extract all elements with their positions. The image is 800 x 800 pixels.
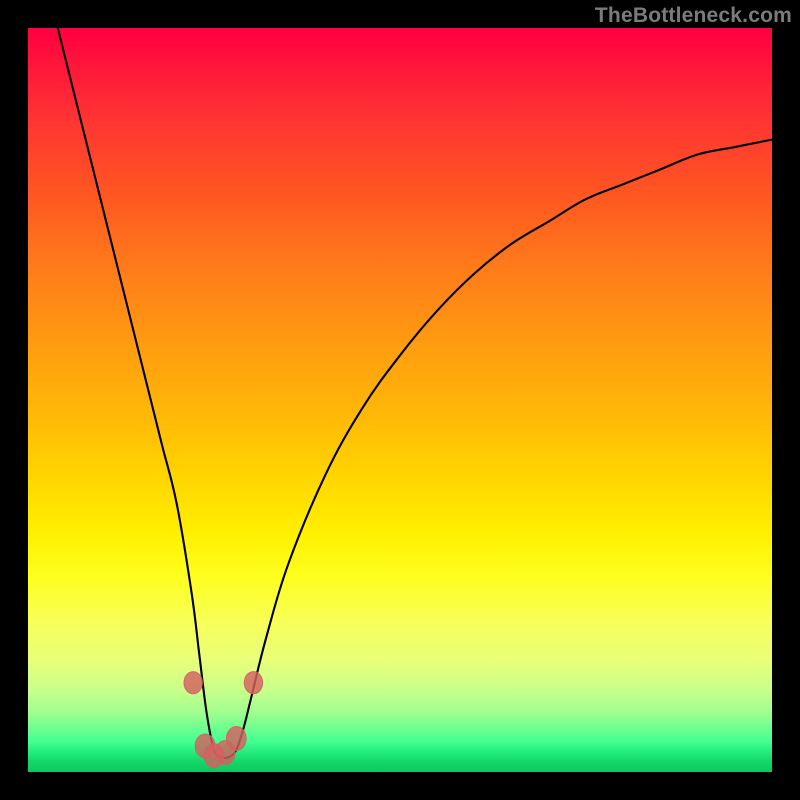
curve-marker	[244, 672, 262, 694]
plot-area	[28, 28, 772, 772]
chart-frame: TheBottleneck.com	[0, 0, 800, 800]
bottleneck-curve	[58, 28, 772, 758]
curve-marker	[226, 727, 246, 751]
watermark-label: TheBottleneck.com	[595, 4, 792, 28]
curve-marker	[184, 672, 202, 694]
chart-svg	[28, 28, 772, 772]
curve-markers	[184, 672, 263, 768]
